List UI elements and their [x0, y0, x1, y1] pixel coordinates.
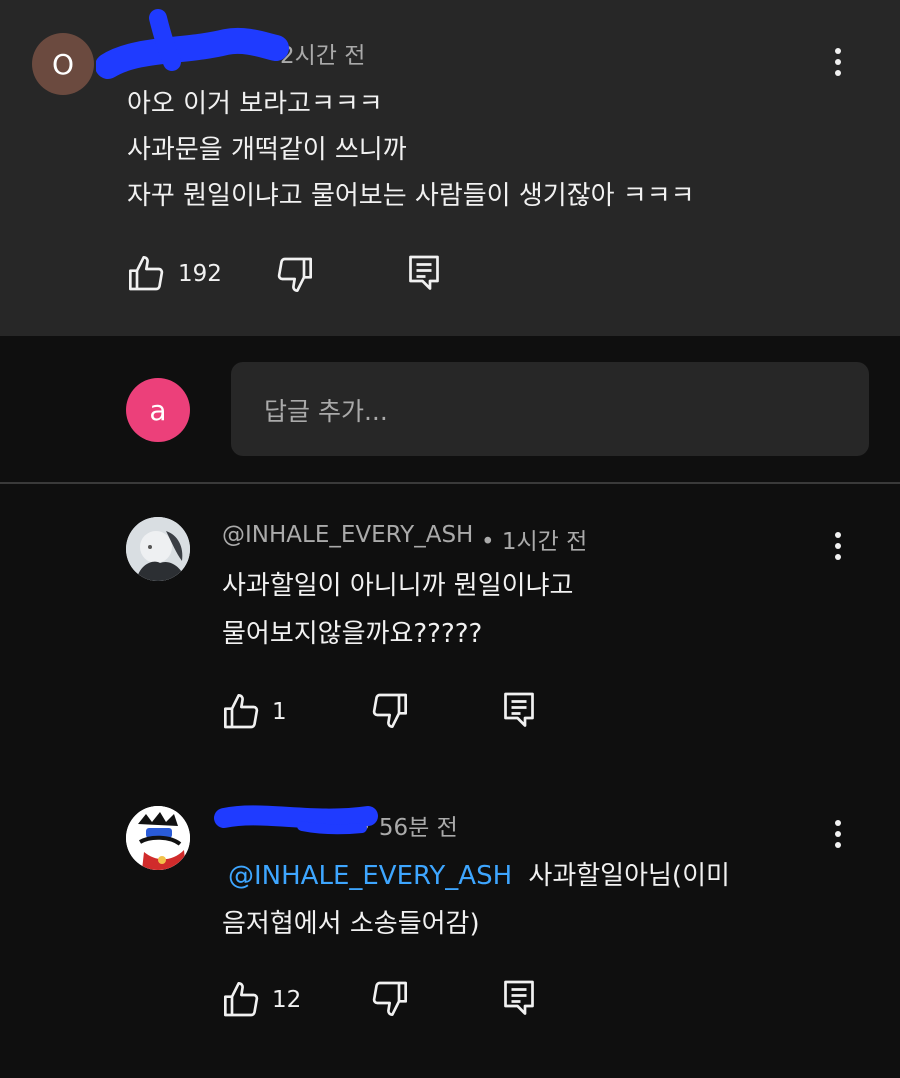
reply-avatar[interactable] [126, 806, 190, 870]
avatar-image [126, 806, 190, 870]
top-comment-line: 사과문을 개떡같이 쓰니까 [127, 135, 407, 165]
reply-time: • 1시간 전 [481, 529, 588, 555]
top-comment-more-icon[interactable] [828, 48, 848, 82]
top-comment-line: 자꾸 뭔일이냐고 물어보는 사람들이 생기잖아 ㅋㅋㅋ [127, 181, 695, 211]
like-count: 12 [272, 987, 302, 1013]
top-comment-line: 아오 이거 보라고ㅋㅋㅋ [127, 89, 383, 119]
like-count: 1 [272, 699, 287, 725]
avatar-image [126, 517, 190, 581]
reply-line: 물어보지않을까요????? [222, 619, 483, 649]
thumbs-down-icon[interactable] [274, 254, 314, 294]
thumbs-up-icon[interactable] [222, 980, 262, 1020]
redaction-scribble [214, 805, 378, 835]
thumbs-up-icon[interactable] [127, 254, 167, 294]
reply-author[interactable]: @INHALE_EVERY_ASH [222, 522, 473, 548]
reply-icon[interactable] [501, 689, 537, 729]
reply-line: 음저협에서 소송들어감) [222, 909, 480, 939]
reply-input-placeholder: 답글 추가... [264, 397, 388, 426]
redaction-scribble [96, 9, 289, 79]
mention-link[interactable]: @INHALE_EVERY_ASH [228, 861, 512, 891]
thumbs-down-icon[interactable] [369, 690, 409, 730]
reply-avatar[interactable] [126, 517, 190, 581]
reply-line: 사과할일이 아니니까 뭔일이냐고 [222, 571, 574, 601]
divider [0, 482, 900, 484]
like-count: 192 [178, 261, 222, 287]
reply-text: 사과할일아님(이미 [528, 861, 730, 891]
reply-line: @INHALE_EVERY_ASH 사과할일아님(이미 [228, 855, 730, 892]
current-user-avatar: a [126, 378, 190, 442]
reply-icon[interactable] [406, 252, 442, 292]
reply-icon[interactable] [501, 977, 537, 1017]
thumbs-up-icon[interactable] [222, 692, 262, 732]
reply-more-icon[interactable] [828, 820, 848, 854]
reply-more-icon[interactable] [828, 532, 848, 566]
avatar-letter: O [51, 47, 75, 81]
thumbs-down-icon[interactable] [369, 978, 409, 1018]
avatar-letter: a [149, 393, 167, 427]
top-comment-avatar[interactable]: O [32, 33, 94, 95]
